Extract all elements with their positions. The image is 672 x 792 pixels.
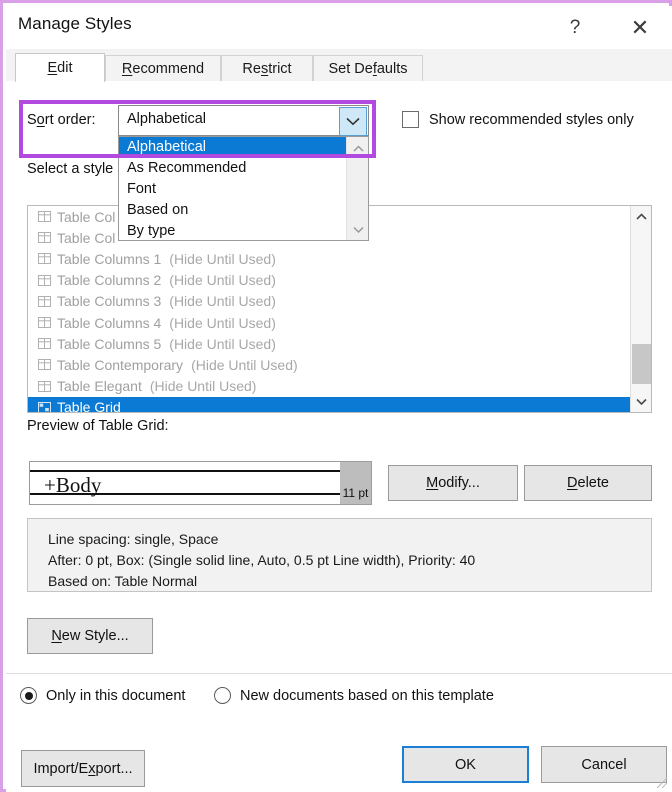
tab-restrict[interactable]: Restrict [221,55,313,81]
list-item[interactable]: Table Elegant (Hide Until Used) [28,376,631,397]
style-name: Table Grid [57,399,121,412]
style-hint: (Hide Until Used) [169,314,276,331]
select-a-style-label: Select a style [27,161,114,177]
dropdown-option[interactable]: Font [119,179,368,200]
table-style-icon [37,274,52,287]
table-style-icon [37,337,52,350]
dropdown-option[interactable]: By type [119,221,368,242]
style-hint: (Hide Until Used) [169,250,276,267]
checkbox-label: Show recommended styles only [429,111,634,128]
preview-rule [30,470,342,472]
tab-strip: Edit Recommend Restrict Set Defaults [6,49,672,82]
table-style-icon [37,231,52,244]
table-style-icon [37,401,52,412]
cancel-button[interactable]: Cancel [541,746,667,783]
edit-tab-panel: Sort order: Alphabetical Alphabetical As… [6,81,672,792]
radio-label: Only in this document [46,687,186,704]
list-item[interactable]: Table Columns 2 (Hide Until Used) [28,270,631,291]
list-item[interactable]: Table Columns 5 (Hide Until Used) [28,333,631,354]
show-recommended-styles-only-checkbox[interactable]: Show recommended styles only [402,111,634,128]
tab-set-defaults[interactable]: Set Defaults [313,55,423,81]
list-item[interactable]: Table Columns 3 (Hide Until Used) [28,291,631,312]
resize-grip[interactable] [656,777,668,789]
style-name: Table Elegant [57,378,142,395]
manage-styles-dialog: Manage Styles ? ✕ Edit Recommend Restric… [0,0,672,792]
divider [6,673,672,674]
table-style-icon [37,358,52,371]
style-name: Table Columns 3 [57,293,162,310]
chevron-down-icon[interactable] [339,107,367,136]
sort-order-dropdown-list[interactable]: Alphabetical As Recommended Font Based o… [118,136,369,241]
description-line: Based on: Table Normal [48,573,198,589]
radio-indicator[interactable] [20,687,37,704]
table-style-icon [37,210,52,223]
list-item[interactable]: Table Columns 4 (Hide Until Used) [28,312,631,333]
style-preview: +Body 11 pt [29,461,372,505]
scroll-down-icon[interactable] [347,218,369,240]
style-name: Table Columns 1 [57,250,162,267]
style-hint: (Hide Until Used) [169,272,276,289]
radio-label: New documents based on this template [240,687,494,704]
preview-label: Preview of Table Grid: [27,418,169,434]
window-title: Manage Styles [18,14,132,33]
preview-font-size: 11 pt [340,462,371,504]
sort-order-value: Alphabetical [127,111,206,127]
style-name: Table Columns 5 [57,335,162,352]
radio-indicator[interactable] [214,687,231,704]
radio-only-in-this-document[interactable]: Only in this document [20,687,185,704]
import-export-button[interactable]: Import/Export... [21,750,145,787]
dropdown-option[interactable]: Based on [119,200,368,221]
scroll-down-icon[interactable] [631,391,652,412]
sort-order-label: Sort order: [27,112,96,128]
list-item[interactable]: Table Columns 1 (Hide Until Used) [28,248,631,269]
tab-recommend[interactable]: Recommend [105,55,221,81]
style-hint: (Hide Until Used) [169,335,276,352]
scroll-up-icon[interactable] [347,137,369,159]
table-style-icon [37,252,52,265]
style-description: Line spacing: single, Space After: 0 pt,… [27,518,652,592]
modify-button[interactable]: Modify... [388,465,518,501]
new-style-button[interactable]: New Style... [27,618,153,654]
style-name: Table Columns 4 [57,314,162,331]
description-line: Line spacing: single, Space [48,531,219,547]
style-list-scrollbar[interactable] [630,206,651,412]
style-name: Table Col [57,208,116,225]
tab-edit[interactable]: Edit [15,53,105,82]
style-hint: (Hide Until Used) [191,356,298,373]
dropdown-option[interactable]: As Recommended [119,158,368,179]
ok-button[interactable]: OK [402,746,529,783]
style-name: Table Contemporary [57,356,184,373]
help-icon[interactable]: ? [553,10,597,46]
title-bar: Manage Styles ? ✕ [6,6,672,49]
list-item[interactable]: Table Contemporary (Hide Until Used) [28,354,631,375]
delete-button[interactable]: Delete [524,465,652,501]
style-hint: (Hide Until Used) [149,378,257,395]
table-style-icon [37,380,52,393]
list-item-selected[interactable]: Table Grid [28,396,631,412]
dropdown-option[interactable]: Alphabetical [119,137,368,158]
dropdown-scrollbar[interactable] [346,137,368,240]
checkbox-box[interactable] [402,111,419,128]
style-name: Table Col [57,229,116,246]
scroll-up-icon[interactable] [631,206,652,227]
preview-sample-text: +Body [44,473,102,497]
style-name: Table Columns 2 [57,272,162,289]
sort-order-combobox[interactable]: Alphabetical [118,105,369,136]
scrollbar-thumb[interactable] [632,344,651,384]
close-icon[interactable]: ✕ [618,10,662,46]
description-line: After: 0 pt, Box: (Single solid line, Au… [48,552,476,568]
table-style-icon [37,316,52,329]
radio-new-documents-based-on-template[interactable]: New documents based on this template [214,687,494,704]
style-hint: (Hide Until Used) [169,293,276,310]
table-style-icon [37,295,52,308]
